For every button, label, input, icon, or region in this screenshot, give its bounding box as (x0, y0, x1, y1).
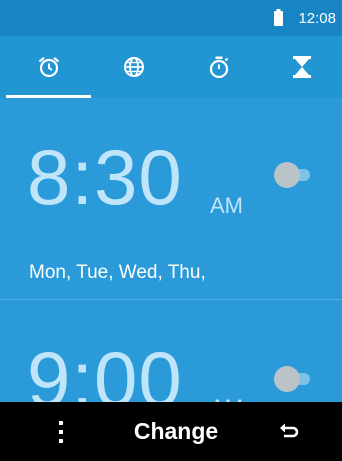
tab-bar (0, 36, 342, 98)
stopwatch-icon (209, 56, 228, 79)
toggle-thumb (274, 162, 300, 188)
toggle-thumb (274, 366, 300, 392)
tab-world-clock[interactable] (91, 36, 176, 98)
change-button[interactable]: Change (106, 402, 246, 461)
alarm-repeat-days: Mon, Tue, Wed, Thu, (29, 262, 206, 283)
globe-icon (123, 57, 144, 77)
back-arrow-icon[interactable] (278, 420, 300, 442)
alarm-toggle[interactable] (274, 366, 310, 392)
alarm-toggle[interactable] (274, 162, 310, 188)
tab-alarm[interactable] (6, 36, 91, 98)
alarm-item[interactable]: 9:00 AM (0, 300, 342, 419)
clock-app-screen: 12:08 8:30 AM Mon, Tue, Wed, Thu, 9:00 C… (0, 0, 342, 461)
status-bar: 12:08 (0, 0, 342, 36)
alarm-time[interactable]: 8:30 (27, 138, 183, 216)
battery-icon (274, 9, 283, 26)
alarm-clock-icon (38, 56, 59, 78)
tab-stopwatch[interactable] (176, 36, 261, 98)
bottom-action-bar: Change (0, 402, 342, 461)
hourglass-icon (292, 56, 311, 78)
alarm-item[interactable]: 8:30 AM Mon, Tue, Wed, Thu, (0, 98, 342, 300)
tab-timer[interactable] (261, 36, 342, 98)
alarm-ampm: AM (210, 193, 243, 218)
status-time: 12:08 (298, 10, 336, 27)
overflow-menu-icon[interactable] (54, 419, 68, 445)
